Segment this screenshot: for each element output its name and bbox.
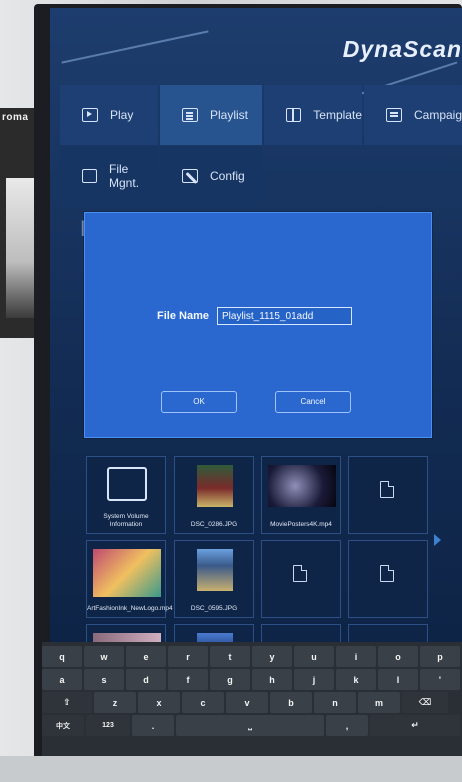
keyboard-row: 中文 123 . ⎵ , ↵ — [42, 715, 460, 736]
delete-key[interactable]: ⌫ — [402, 692, 448, 713]
monitor-base — [0, 756, 462, 782]
folder-icon — [82, 169, 98, 183]
nav-file-mgnt-label: File Mgnt. — [109, 162, 140, 190]
key-t[interactable]: t — [210, 646, 250, 667]
keyboard-row: a s d f g h j k l ' — [42, 669, 460, 690]
ok-button[interactable]: OK — [161, 391, 237, 413]
file-tile[interactable]: DSC_0595.JPG — [174, 540, 254, 618]
key-i[interactable]: i — [336, 646, 376, 667]
key-j[interactable]: j — [294, 669, 334, 690]
nav-playlist-label: Playlist — [210, 108, 249, 122]
nav-config[interactable]: Config — [160, 146, 262, 206]
numbers-key[interactable]: 123 — [86, 715, 130, 736]
image-thumbnail — [197, 549, 233, 591]
file-name: DSC_0595.JPG — [190, 605, 238, 612]
comma-key[interactable]: , — [326, 715, 368, 736]
key-a[interactable]: a — [42, 669, 82, 690]
key-d[interactable]: d — [126, 669, 166, 690]
key-k[interactable]: k — [336, 669, 376, 690]
file-tile[interactable] — [261, 540, 341, 618]
file-name-dialog: File Name OK Cancel — [84, 212, 432, 438]
nav-template-label: Template — [313, 108, 362, 122]
file-icon — [380, 481, 394, 498]
nav-config-label: Config — [210, 169, 245, 183]
file-name: DSC_0286.JPG — [190, 521, 238, 528]
nav-campaign[interactable]: Campaign — [364, 85, 462, 145]
file-tile[interactable]: DSC_0286.JPG — [174, 456, 254, 534]
campaign-icon — [386, 108, 402, 122]
key-n[interactable]: n — [314, 692, 356, 713]
video-thumbnail — [268, 465, 336, 507]
key-s[interactable]: s — [84, 669, 124, 690]
list-icon — [182, 108, 198, 122]
file-icon — [380, 565, 394, 582]
nav-file-mgnt[interactable]: File Mgnt. — [60, 146, 158, 206]
shift-key[interactable]: ⇧ — [42, 692, 92, 713]
wrench-icon — [182, 169, 198, 183]
key-r[interactable]: r — [168, 646, 208, 667]
on-screen-keyboard: q w e r t y u i o p a s d f g h j k l ' … — [42, 642, 462, 758]
key-w[interactable]: w — [84, 646, 124, 667]
file-tile[interactable] — [348, 540, 428, 618]
key-e[interactable]: e — [126, 646, 166, 667]
file-icon — [293, 565, 307, 582]
file-name-label: File Name — [157, 310, 209, 322]
next-page-arrow[interactable] — [434, 534, 441, 546]
nav-campaign-label: Campaign — [414, 108, 462, 122]
nav-template[interactable]: Template — [264, 85, 362, 145]
key-v[interactable]: v — [226, 692, 268, 713]
key-apostrophe[interactable]: ' — [420, 669, 460, 690]
key-q[interactable]: q — [42, 646, 82, 667]
file-tile[interactable]: System Volume Information — [86, 456, 166, 534]
key-o[interactable]: o — [378, 646, 418, 667]
keyboard-row: ⇧ z x c v b n m ⌫ — [42, 692, 448, 713]
key-x[interactable]: x — [138, 692, 180, 713]
decor-swoosh — [61, 30, 209, 64]
key-u[interactable]: u — [294, 646, 334, 667]
keyboard-row: q w e r t y u i o p — [42, 646, 460, 667]
nav-playlist[interactable]: Playlist — [160, 85, 262, 145]
play-icon — [82, 108, 98, 122]
enter-key[interactable]: ↵ — [370, 715, 460, 736]
nav-play[interactable]: Play — [60, 85, 158, 145]
key-m[interactable]: m — [358, 692, 400, 713]
brand-logo: DynaScan — [342, 36, 462, 62]
key-c[interactable]: c — [182, 692, 224, 713]
key-l[interactable]: l — [378, 669, 418, 690]
key-y[interactable]: y — [252, 646, 292, 667]
file-name: System Volume Information — [103, 513, 149, 528]
file-name: MoviePosters4K.mp4 — [270, 521, 332, 528]
poster-text: roma — [2, 112, 29, 123]
file-name: ArtFashionInk_NewLogo.mp4 — [87, 605, 173, 612]
video-thumbnail — [93, 549, 161, 597]
key-p[interactable]: p — [420, 646, 460, 667]
language-key[interactable]: 中文 — [42, 715, 84, 736]
template-icon — [286, 108, 302, 122]
nav-play-label: Play — [110, 108, 134, 122]
image-thumbnail — [197, 465, 233, 507]
file-tile[interactable]: ArtFashionInk_NewLogo.mp4 — [86, 540, 173, 618]
period-key[interactable]: . — [132, 715, 174, 736]
file-name-input[interactable] — [217, 307, 352, 325]
file-tile[interactable]: MoviePosters4K.mp4 — [261, 456, 341, 534]
key-f[interactable]: f — [168, 669, 208, 690]
key-g[interactable]: g — [210, 669, 250, 690]
folder-icon — [107, 467, 147, 501]
key-b[interactable]: b — [270, 692, 312, 713]
key-z[interactable]: z — [94, 692, 136, 713]
key-h[interactable]: h — [252, 669, 292, 690]
file-tile[interactable] — [348, 456, 428, 534]
cancel-button[interactable]: Cancel — [275, 391, 351, 413]
space-key[interactable]: ⎵ — [176, 715, 324, 736]
